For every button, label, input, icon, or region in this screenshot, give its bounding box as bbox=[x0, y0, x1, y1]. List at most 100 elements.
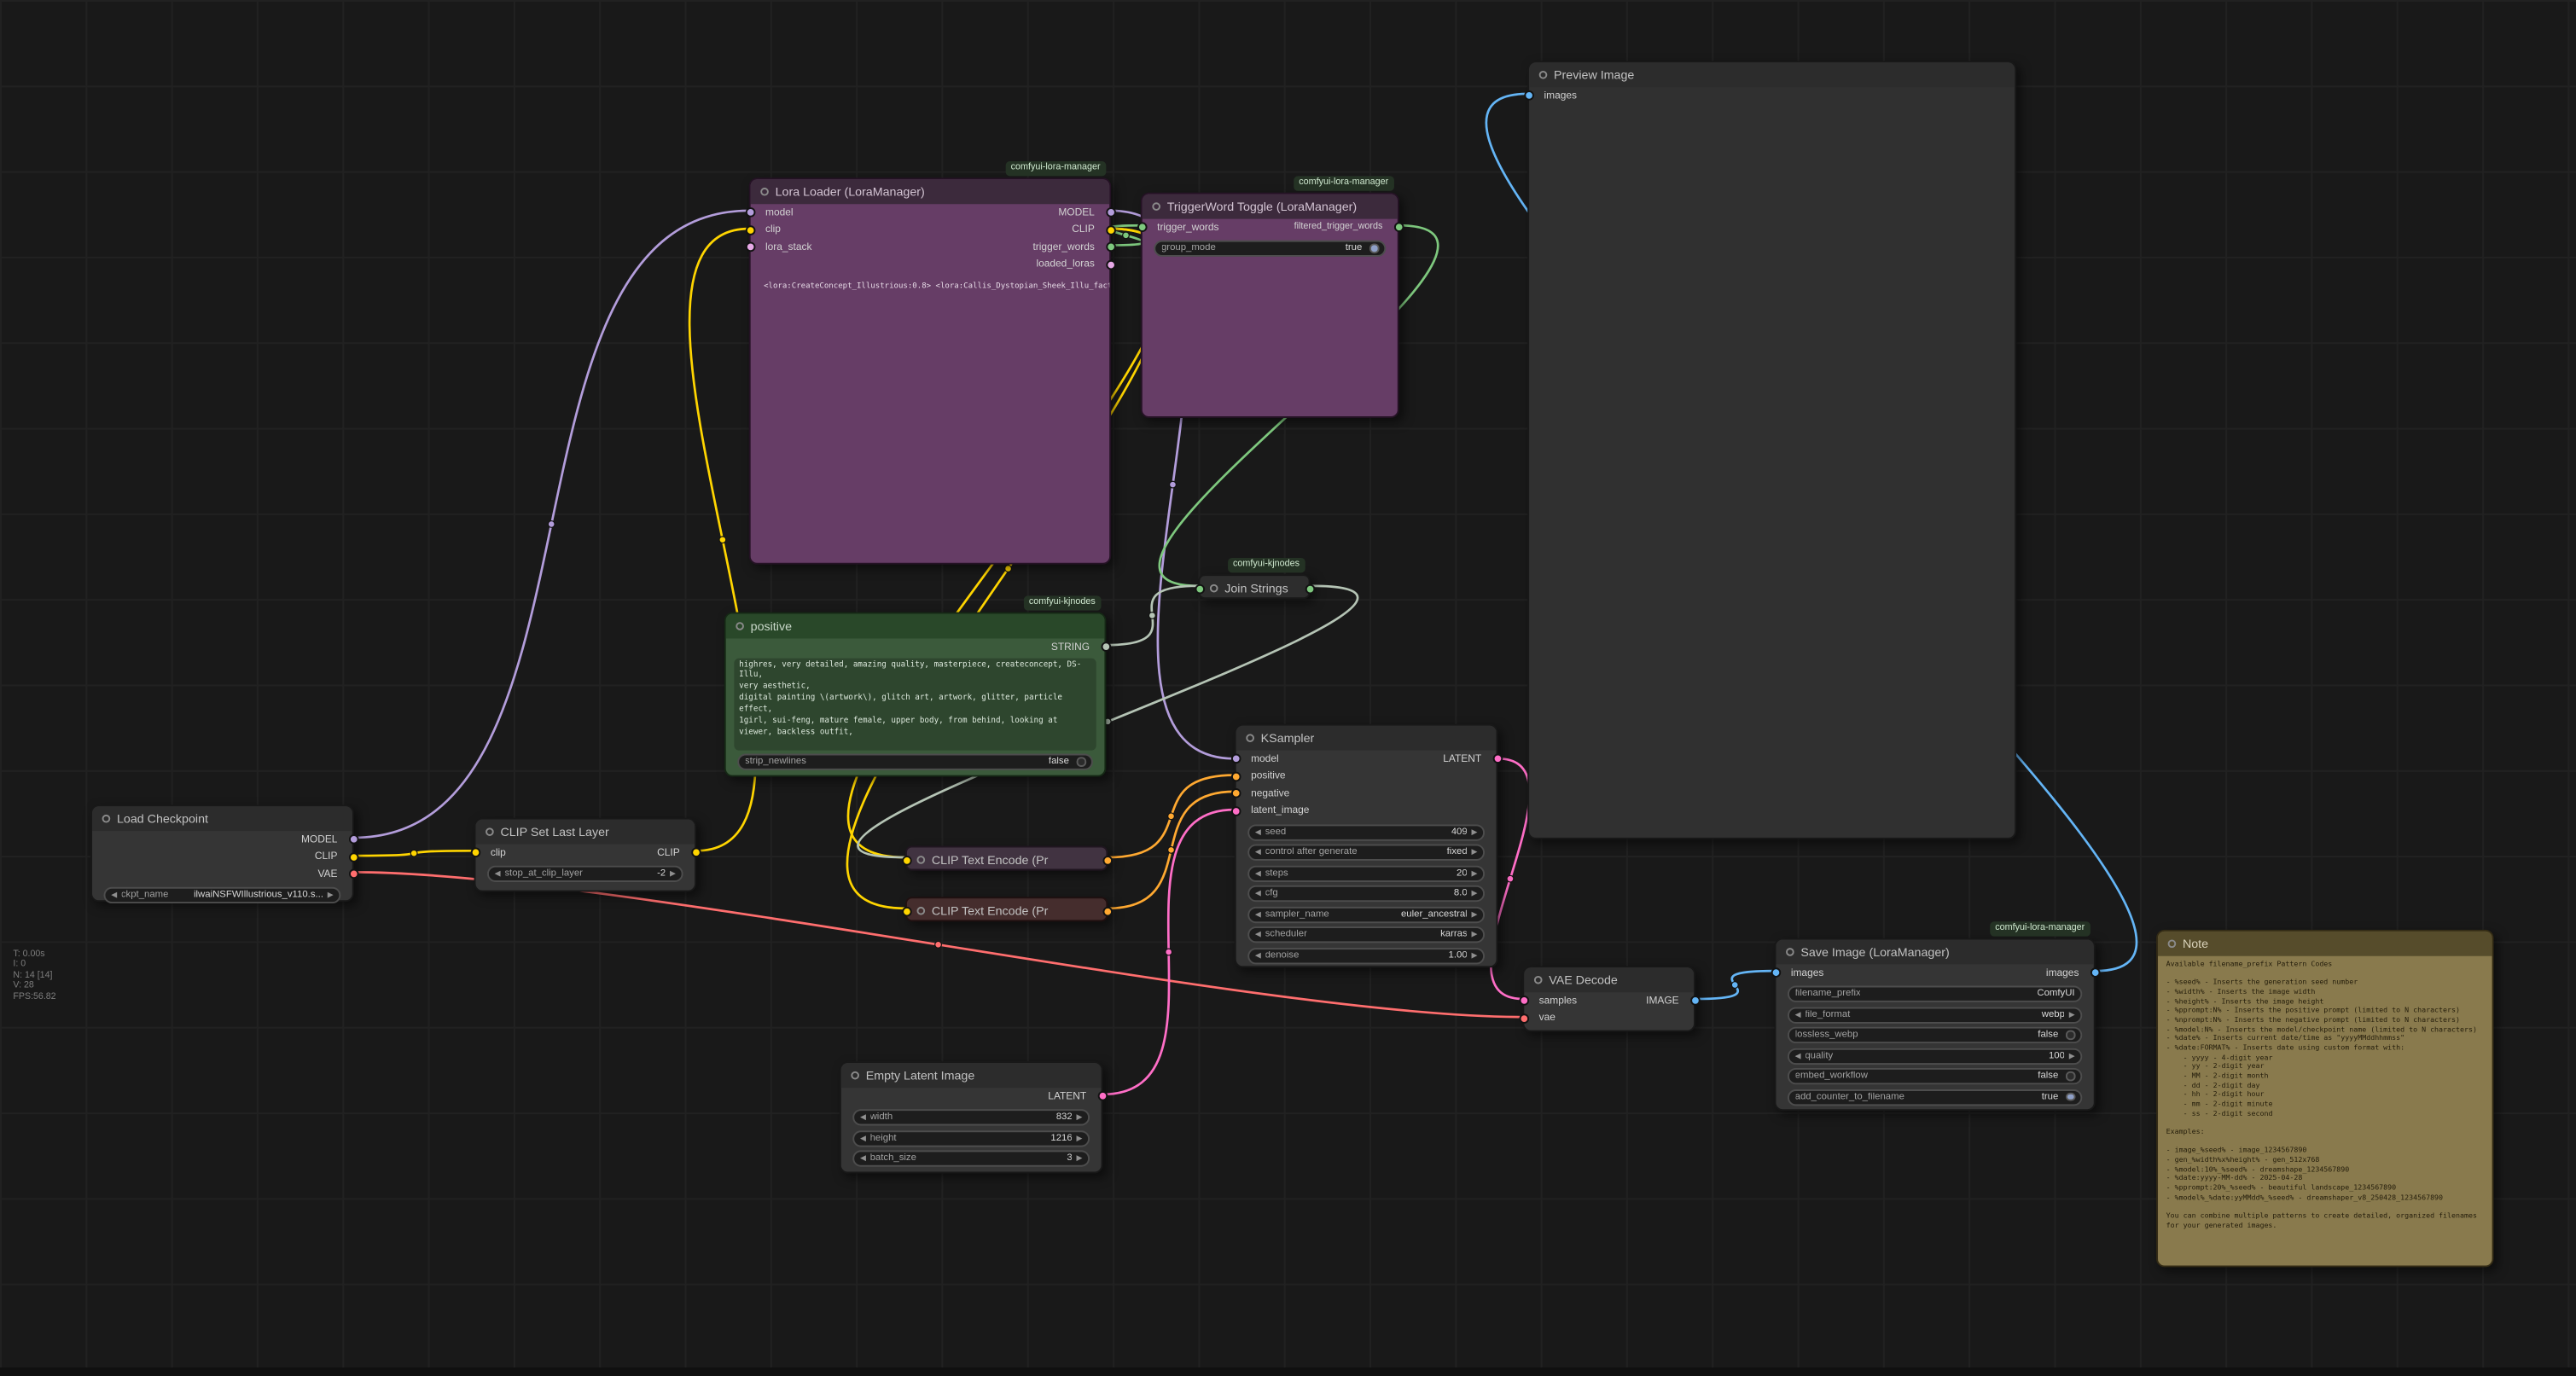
widget-batch-size[interactable]: ◀batch_size3▶ bbox=[852, 1150, 1090, 1166]
output-slot-latent[interactable] bbox=[1492, 754, 1503, 764]
prev-arrow-icon[interactable]: ◀ bbox=[111, 891, 117, 901]
collapse-dot-icon[interactable] bbox=[916, 856, 925, 864]
node-title-bar[interactable]: Note bbox=[2158, 932, 2492, 956]
input-slot-trigger-words[interactable] bbox=[1137, 223, 1147, 233]
node-title-bar[interactable]: CLIP Text Encode (Pr bbox=[907, 847, 1106, 872]
widget-denoise[interactable]: ◀denoise1.00▶ bbox=[1247, 947, 1485, 963]
input-slot-images[interactable] bbox=[1771, 968, 1781, 978]
increment-arrow-icon[interactable]: ▶ bbox=[1077, 1153, 1083, 1164]
collapsed-input-slot[interactable] bbox=[1195, 583, 1205, 594]
collapse-dot-icon[interactable] bbox=[736, 622, 744, 630]
collapse-dot-icon[interactable] bbox=[486, 827, 494, 836]
note-text[interactable]: Available filename_prefix Pattern Codes … bbox=[2158, 956, 2492, 1266]
widget-control-after-generate[interactable]: ◀control after generatefixed▶ bbox=[1247, 845, 1485, 861]
collapse-dot-icon[interactable] bbox=[916, 907, 925, 915]
prev-arrow-icon[interactable]: ◀ bbox=[1255, 909, 1261, 920]
collapse-dot-icon[interactable] bbox=[102, 815, 111, 823]
input-slot-latent-image[interactable] bbox=[1230, 806, 1241, 816]
increment-arrow-icon[interactable]: ▶ bbox=[1472, 889, 1478, 899]
widget-stop-at-clip-layer[interactable]: ◀ stop_at_clip_layer -2 ▶ bbox=[487, 866, 683, 882]
node-title-bar[interactable]: Preview Image bbox=[1529, 62, 2015, 87]
decrement-arrow-icon[interactable]: ◀ bbox=[1255, 868, 1261, 879]
prompt-textarea[interactable]: highres, very detailed, amazing quality,… bbox=[734, 658, 1096, 750]
decrement-arrow-icon[interactable]: ◀ bbox=[495, 869, 501, 880]
widget-steps[interactable]: ◀steps20▶ bbox=[1247, 865, 1485, 881]
decrement-arrow-icon[interactable]: ◀ bbox=[860, 1153, 866, 1164]
decrement-arrow-icon[interactable]: ◀ bbox=[860, 1112, 866, 1123]
widget-scheduler[interactable]: ◀schedulerkarras▶ bbox=[1247, 926, 1485, 943]
output-slot-trigger-words[interactable] bbox=[1105, 242, 1115, 253]
next-arrow-icon[interactable]: ▶ bbox=[1472, 909, 1478, 920]
decrement-arrow-icon[interactable]: ◀ bbox=[860, 1133, 866, 1143]
input-slot-positive[interactable] bbox=[1230, 771, 1241, 781]
node-join-strings[interactable]: comfyui-kjnodes Join Strings bbox=[1198, 574, 1310, 599]
toggle-dot-icon[interactable] bbox=[2066, 1071, 2075, 1081]
decrement-arrow-icon[interactable]: ◀ bbox=[1255, 950, 1261, 961]
decrement-arrow-icon[interactable]: ◀ bbox=[1255, 889, 1261, 899]
input-slot-model[interactable] bbox=[745, 208, 755, 218]
widget-quality[interactable]: ◀quality100▶ bbox=[1788, 1048, 2082, 1064]
output-slot-model[interactable] bbox=[348, 835, 358, 845]
node-title-bar[interactable]: Save Image (LoraManager) bbox=[1776, 940, 2093, 965]
node-clip-text-encode-positive[interactable]: CLIP Text Encode (Pr bbox=[905, 846, 1108, 871]
widget-cfg[interactable]: ◀cfg8.0▶ bbox=[1247, 885, 1485, 902]
decrement-arrow-icon[interactable]: ◀ bbox=[1795, 1051, 1801, 1061]
loras-widget[interactable]: <lora:CreateConcept_Illustrious:0.8> <lo… bbox=[751, 273, 1110, 291]
node-positive-prompt[interactable]: comfyui-kjnodes positive STRING highres,… bbox=[724, 613, 1107, 777]
node-note[interactable]: Note Available filename_prefix Pattern C… bbox=[2156, 930, 2493, 1267]
toggle-dot-icon[interactable] bbox=[2066, 1031, 2075, 1040]
widget-seed[interactable]: ◀seed409▶ bbox=[1247, 824, 1485, 840]
input-slot-images[interactable] bbox=[1523, 91, 1533, 102]
next-arrow-icon[interactable]: ▶ bbox=[1472, 930, 1478, 940]
input-slot-vae[interactable] bbox=[1519, 1013, 1529, 1024]
increment-arrow-icon[interactable]: ▶ bbox=[1472, 868, 1478, 879]
prev-arrow-icon[interactable]: ◀ bbox=[1255, 930, 1261, 940]
collapse-dot-icon[interactable] bbox=[1534, 976, 1543, 984]
node-triggerword-toggle[interactable]: comfyui-lora-manager TriggerWord Toggle … bbox=[1141, 193, 1399, 418]
output-slot-latent[interactable] bbox=[1097, 1091, 1108, 1101]
widget-height[interactable]: ◀height1216▶ bbox=[852, 1129, 1090, 1146]
widget-lossless-webp[interactable]: lossless_webpfalse bbox=[1788, 1027, 2082, 1043]
prev-arrow-icon[interactable]: ◀ bbox=[1795, 1009, 1801, 1019]
node-title-bar[interactable]: Load Checkpoint bbox=[92, 806, 352, 831]
toggle-dot-icon[interactable] bbox=[1077, 758, 1086, 767]
input-slot-model[interactable] bbox=[1230, 754, 1241, 764]
increment-arrow-icon[interactable]: ▶ bbox=[1472, 950, 1478, 961]
collapse-dot-icon[interactable] bbox=[851, 1071, 859, 1080]
output-slot-clip[interactable] bbox=[690, 848, 701, 858]
input-slot-samples[interactable] bbox=[1519, 996, 1529, 1007]
node-vae-decode[interactable]: VAE Decode samples IMAGE vae bbox=[1522, 966, 1695, 1031]
input-slot-lora-stack[interactable] bbox=[745, 242, 755, 253]
collapse-dot-icon[interactable] bbox=[1786, 948, 1794, 956]
collapse-dot-icon[interactable] bbox=[1152, 202, 1160, 211]
node-save-image[interactable]: comfyui-lora-manager Save Image (LoraMan… bbox=[1775, 938, 2096, 1112]
output-slot-images[interactable] bbox=[2090, 968, 2100, 978]
collapse-dot-icon[interactable] bbox=[2168, 940, 2177, 949]
node-preview-image[interactable]: Preview Image images bbox=[1527, 61, 2016, 839]
widget-group-mode[interactable]: group_mode true bbox=[1154, 241, 1386, 257]
output-slot-model[interactable] bbox=[1105, 208, 1115, 218]
node-title-bar[interactable]: CLIP Set Last Layer bbox=[476, 820, 695, 845]
collapse-dot-icon[interactable] bbox=[1246, 734, 1254, 742]
node-title-bar[interactable]: Lora Loader (LoraManager) bbox=[751, 179, 1110, 204]
next-arrow-icon[interactable]: ▶ bbox=[1472, 847, 1478, 857]
node-title-bar[interactable]: positive bbox=[726, 614, 1105, 639]
node-title-bar[interactable]: VAE Decode bbox=[1524, 967, 1694, 992]
collapsed-output-slot[interactable] bbox=[1102, 906, 1113, 916]
output-slot-vae[interactable] bbox=[348, 869, 358, 880]
output-slot-filtered-trigger-words[interactable] bbox=[1393, 223, 1404, 233]
node-lora-loader[interactable]: comfyui-lora-manager Lora Loader (LoraMa… bbox=[749, 177, 1111, 564]
collapse-dot-icon[interactable] bbox=[760, 188, 769, 196]
collapsed-output-slot[interactable] bbox=[1305, 583, 1315, 594]
graph-canvas[interactable]: Load Checkpoint MODEL CLIP VAE ◀ ckpt_na… bbox=[0, 0, 2576, 1376]
widget-embed-workflow[interactable]: embed_workflowfalse bbox=[1788, 1068, 2082, 1084]
output-slot-clip[interactable] bbox=[348, 852, 358, 862]
input-slot-clip[interactable] bbox=[470, 848, 480, 858]
decrement-arrow-icon[interactable]: ◀ bbox=[1255, 827, 1261, 837]
output-slot-loaded-loras[interactable] bbox=[1105, 259, 1115, 270]
output-slot-clip[interactable] bbox=[1105, 225, 1115, 235]
toggle-dot-icon[interactable] bbox=[1369, 244, 1379, 253]
collapsed-input-slot[interactable] bbox=[901, 906, 911, 916]
increment-arrow-icon[interactable]: ▶ bbox=[1077, 1112, 1083, 1123]
collapsed-input-slot[interactable] bbox=[901, 855, 911, 865]
